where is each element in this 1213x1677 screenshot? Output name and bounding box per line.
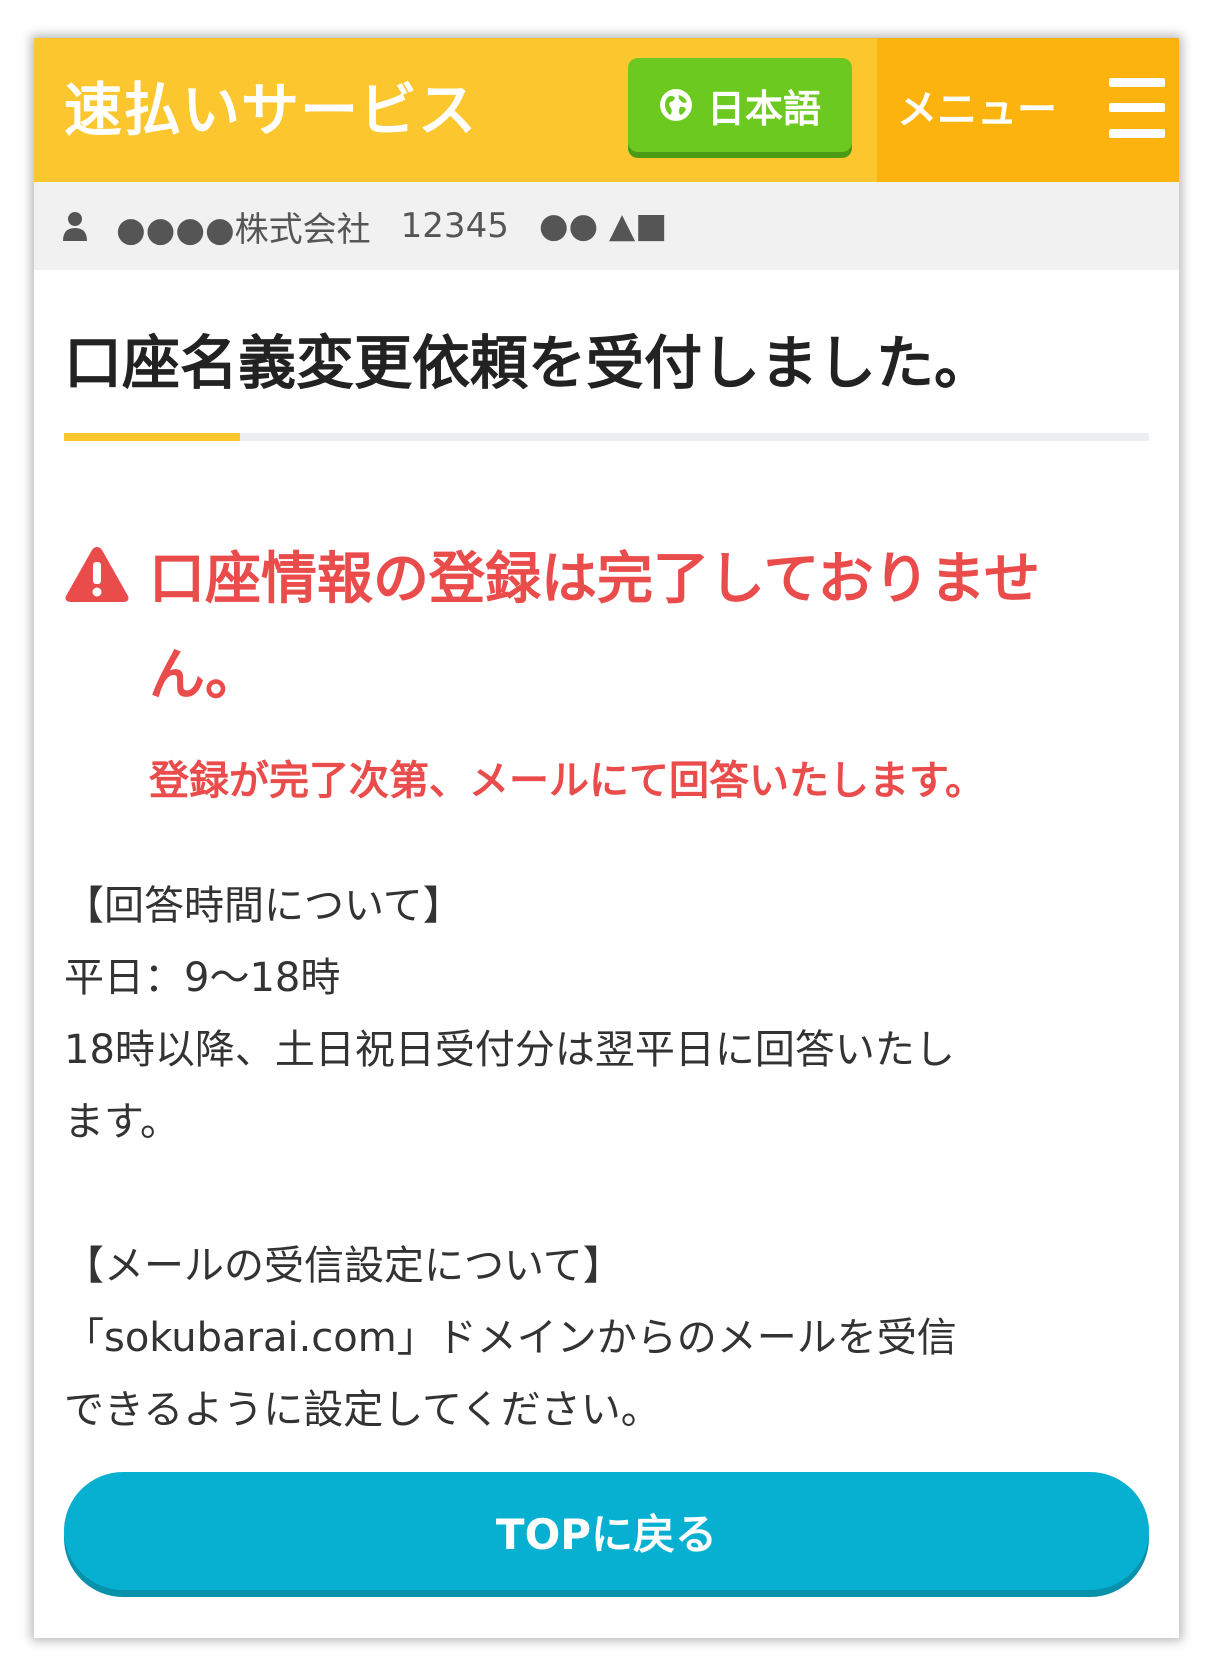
warning-subtitle: 登録が完了次第、メールにて回答いたします。 bbox=[149, 758, 985, 804]
account-company: ●●●●株式会社 bbox=[116, 209, 371, 250]
back-to-top-button[interactable]: TOPに戻る bbox=[64, 1472, 1149, 1590]
account-bar: ●●●●株式会社 12345 ●● ▲■ bbox=[34, 182, 1179, 270]
app-header: 速払いサービス 日本語 メニュー bbox=[34, 38, 1179, 182]
page-title: 口座名義変更依頼を受付しました。 bbox=[64, 329, 993, 397]
warning-icon bbox=[65, 547, 129, 602]
language-button[interactable]: 日本語 bbox=[628, 58, 852, 152]
mail-settings-heading: 【メールの受信設定について】 bbox=[64, 1243, 623, 1289]
hamburger-icon bbox=[1109, 78, 1165, 138]
brand-title[interactable]: 速払いサービス bbox=[64, 38, 477, 182]
after-hours-line-2: ます。 bbox=[64, 1099, 180, 1145]
back-to-top-label: TOPに戻る bbox=[495, 1509, 718, 1559]
language-label: 日本語 bbox=[706, 86, 821, 131]
account-id: 12345 bbox=[400, 206, 509, 246]
mail-settings-line-1: 「sokubarai.com」ドメインからのメールを受信 bbox=[64, 1315, 957, 1361]
after-hours-line-1: 18時以降、土日祝日受付分は翌平日に回答いたし bbox=[64, 1027, 955, 1073]
menu-button[interactable]: メニュー bbox=[877, 38, 1179, 182]
account-name: ●● ▲■ bbox=[538, 206, 668, 246]
warning-title: 口座情報の登録は完了しておりません。 bbox=[149, 547, 1040, 708]
weekday-hours: 平日：9〜18時 bbox=[64, 955, 341, 1001]
user-icon bbox=[63, 212, 87, 241]
mail-settings-line-2: できるように設定してください。 bbox=[64, 1387, 661, 1433]
info-block: 【回答時間について】 平日：9〜18時 18時以降、土日祝日受付分は翌平日に回答… bbox=[64, 870, 1149, 1446]
app-frame: 速払いサービス 日本語 メニュー ●●●●株式会社 12345 ●● ▲■ 口座… bbox=[34, 38, 1179, 1638]
reply-time-heading: 【回答時間について】 bbox=[64, 883, 463, 929]
menu-label: メニュー bbox=[897, 87, 1057, 133]
title-underline bbox=[64, 433, 1149, 441]
title-underline-accent bbox=[64, 433, 240, 441]
globe-icon bbox=[659, 89, 692, 121]
